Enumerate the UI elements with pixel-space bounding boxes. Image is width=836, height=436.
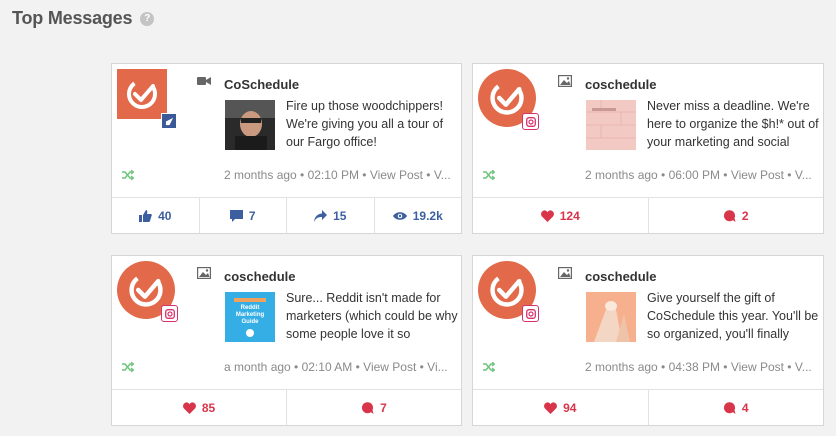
card-body: coschedule Reddit Marketing Guide Sure..… xyxy=(112,256,461,393)
heart-icon xyxy=(540,209,554,222)
message-text: Never miss a deadline. We're here to org… xyxy=(647,99,819,149)
comment-icon xyxy=(723,209,736,222)
shares-count: 15 xyxy=(333,208,347,223)
image-icon xyxy=(558,75,572,87)
post-time: 2 months ago • 06:00 PM • xyxy=(585,168,731,182)
comments-stat[interactable]: 7 xyxy=(200,198,287,233)
card-stats: 124 2 xyxy=(473,197,823,233)
post-meta: 2 months ago • 06:00 PM • View Post • V.… xyxy=(585,168,813,182)
header: Top Messages ? xyxy=(12,8,155,29)
card-body: coschedule Give yourself the gift of CoS… xyxy=(473,256,823,393)
comment-icon xyxy=(229,209,243,222)
page-title: Top Messages xyxy=(12,8,133,28)
account-name[interactable]: CoSchedule xyxy=(224,77,299,92)
eye-icon xyxy=(392,211,407,220)
message-card: coschedule Reddit Marketing Guide Sure..… xyxy=(111,255,462,426)
comments-count: 7 xyxy=(248,208,256,223)
shuffle-icon[interactable] xyxy=(122,362,134,372)
coschedule-logo-icon xyxy=(117,69,167,119)
thumbs-up-icon xyxy=(139,209,152,222)
view-post-link[interactable]: View Post xyxy=(731,168,784,182)
more-meta: • V... xyxy=(422,168,451,182)
instagram-badge-icon xyxy=(522,305,539,322)
instagram-badge-icon xyxy=(522,113,539,130)
message-text: Give yourself the gift of CoSchedule thi… xyxy=(647,291,819,341)
likes-stat[interactable]: 94 xyxy=(473,390,649,425)
comments-stat[interactable]: 4 xyxy=(649,390,824,425)
post-time: a month ago • 02:10 AM • xyxy=(224,360,364,374)
instagram-badge-icon xyxy=(161,305,178,322)
thumbnail-text: Reddit Marketing Guide xyxy=(235,304,265,325)
comments-count: 2 xyxy=(741,208,749,223)
help-icon[interactable]: ? xyxy=(140,11,155,26)
comments-stat[interactable]: 2 xyxy=(649,198,824,233)
card-stats: 40 7 15 19.2k xyxy=(112,197,461,233)
facebook-badge-icon xyxy=(161,113,177,129)
likes-stat[interactable]: 85 xyxy=(112,390,287,425)
share-icon xyxy=(314,209,328,222)
post-meta: 2 months ago • 02:10 PM • View Post • V.… xyxy=(224,168,452,182)
post-time: 2 months ago • 02:10 PM • xyxy=(224,168,370,182)
view-post-link[interactable]: View Post xyxy=(363,360,416,374)
avatar xyxy=(117,69,177,129)
message-text: Fire up those woodchippers! We're giving… xyxy=(286,99,444,149)
account-name[interactable]: coschedule xyxy=(585,269,657,284)
video-icon xyxy=(197,77,211,85)
comments-count: 7 xyxy=(380,400,387,415)
heart-icon xyxy=(544,401,557,414)
post-time: 2 months ago • 04:38 PM • xyxy=(585,360,731,374)
comments-stat[interactable]: 7 xyxy=(287,390,461,425)
message-card: coschedule Never miss a deadline. We're … xyxy=(472,63,824,234)
avatar xyxy=(478,261,539,322)
views-count: 19.2k xyxy=(412,208,443,223)
likes-count: 124 xyxy=(559,208,580,223)
view-post-link[interactable]: View Post xyxy=(370,168,423,182)
avatar xyxy=(478,69,539,130)
card-body: CoSchedule Fire up those woodchippers! W… xyxy=(112,64,461,201)
image-icon xyxy=(558,267,572,279)
avatar xyxy=(117,261,178,322)
account-name[interactable]: coschedule xyxy=(224,269,296,284)
likes-stat[interactable]: 40 xyxy=(112,198,200,233)
card-stats: 85 7 xyxy=(112,389,461,425)
comment-icon xyxy=(723,401,736,414)
likes-count: 85 xyxy=(201,400,216,415)
post-thumbnail[interactable] xyxy=(586,292,636,342)
post-thumbnail[interactable] xyxy=(225,100,275,150)
account-name[interactable]: coschedule xyxy=(585,77,657,92)
message-text: Sure... Reddit isn't made for marketers … xyxy=(286,291,458,341)
more-meta: • V... xyxy=(783,360,812,374)
more-meta: • V... xyxy=(783,168,812,182)
shuffle-icon[interactable] xyxy=(483,170,495,180)
message-card: coschedule Give yourself the gift of CoS… xyxy=(472,255,824,426)
post-meta: 2 months ago • 04:38 PM • View Post • V.… xyxy=(585,360,813,374)
more-meta: • Vi... xyxy=(416,360,448,374)
comment-icon xyxy=(362,401,374,414)
likes-count: 94 xyxy=(563,400,577,415)
post-meta: a month ago • 02:10 AM • View Post • Vi.… xyxy=(224,360,452,374)
card-stats: 94 4 xyxy=(473,389,823,425)
likes-stat[interactable]: 124 xyxy=(473,198,649,233)
comments-count: 4 xyxy=(741,400,749,415)
message-card: CoSchedule Fire up those woodchippers! W… xyxy=(111,63,462,234)
card-body: coschedule Never miss a deadline. We're … xyxy=(473,64,823,201)
view-post-link[interactable]: View Post xyxy=(731,360,784,374)
shares-stat[interactable]: 15 xyxy=(287,198,375,233)
likes-count: 40 xyxy=(158,208,172,223)
heart-icon xyxy=(182,401,196,414)
views-stat[interactable]: 19.2k xyxy=(375,198,462,233)
post-thumbnail[interactable]: Reddit Marketing Guide xyxy=(225,292,275,342)
shuffle-icon[interactable] xyxy=(122,170,134,180)
post-thumbnail[interactable] xyxy=(586,100,636,150)
image-icon xyxy=(197,267,211,279)
shuffle-icon[interactable] xyxy=(483,362,495,372)
